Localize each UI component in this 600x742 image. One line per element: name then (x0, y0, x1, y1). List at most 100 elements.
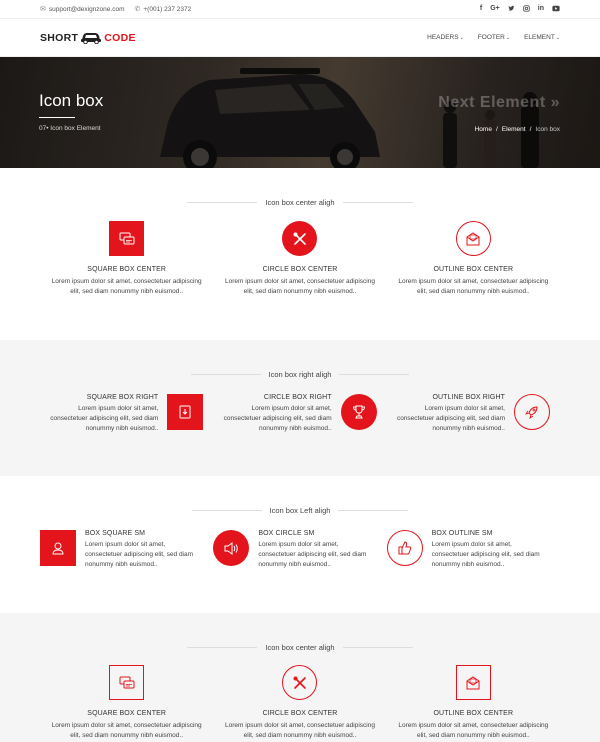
icon-box-content: BOX CIRCLE SM Lorem ipsum dolor sit amet… (258, 530, 376, 570)
square-outline-icon-box (455, 665, 491, 700)
icon-box-text: Lorem ipsum dolor sit amet, consectetuer… (50, 405, 159, 432)
icon-box: SQUARE BOX CENTER Lorem ipsum dolor sit … (40, 221, 213, 297)
icon-box-content: SQUARE BOX RIGHT Lorem ipsum dolor sit a… (40, 394, 158, 434)
icon-box-row: SQUARE BOX CENTER Lorem ipsum dolor sit … (0, 221, 600, 297)
icon-box-title: OUTLINE BOX RIGHT (432, 394, 505, 401)
icon-box-title: BOX CIRCLE SM (258, 530, 315, 537)
nav-label: FOOTER (477, 34, 505, 41)
contact-info: ✉ support@dexignzone.com ✆ +(001) 237 2372 (40, 5, 191, 13)
icon-box-text: Lorem ipsum dolor sit amet, consectetuer… (431, 541, 540, 568)
icon-box: BOX SQUARE SM Lorem ipsum dolor sit amet… (40, 530, 213, 570)
icon-box: SQUARE BOX RIGHT Lorem ipsum dolor sit a… (40, 394, 213, 434)
icon-box: CIRCLE BOX CENTER Lorem ipsum dolor sit … (213, 665, 386, 741)
outline-icon-box (513, 394, 550, 430)
social-links: f G+ in (480, 5, 560, 14)
outline-icon-box (386, 530, 423, 566)
nav-item-element[interactable]: ELEMENT⌄ (524, 34, 560, 41)
chevron-down-icon: ⌄ (459, 35, 464, 41)
page-subtitle: 07• Icon box Element (39, 125, 101, 132)
logo-text-short: SHORT (40, 31, 79, 44)
phone-icon: ✆ (134, 6, 141, 13)
chevron-down-icon: ⌄ (555, 35, 560, 41)
section-title-text: Icon box Left aligh (269, 506, 331, 515)
section-title-text: Icon box right aligh (268, 370, 332, 379)
icon-box-text: Lorem ipsum dolor sit amet, consectetuer… (51, 722, 202, 739)
section-title-text: Icon box center aligh (265, 198, 335, 207)
nav-label: HEADERS (427, 34, 459, 41)
title-divider (338, 510, 409, 511)
title-divider (187, 647, 258, 648)
page-banner: Icon box 07• Icon box Element Next Eleme… (0, 57, 600, 168)
google-plus-icon[interactable]: G+ (490, 5, 500, 14)
section-title: Icon box Left aligh (0, 506, 600, 515)
envelope-icon: ✉ (40, 6, 46, 13)
square-icon-box (40, 530, 76, 566)
section-right-align: Icon box right aligh SQUARE BOX RIGHT Lo… (0, 340, 600, 476)
twitter-icon[interactable] (508, 5, 515, 14)
title-divider (342, 647, 413, 648)
icon-box-text: Lorem ipsum dolor sit amet, consectetuer… (223, 405, 332, 432)
section-title: Icon box right aligh (0, 370, 600, 379)
nav-item-footer[interactable]: FOOTER⌄ (478, 34, 510, 41)
icon-box-text: Lorem ipsum dolor sit amet, consectetuer… (258, 541, 367, 568)
icon-box-title: OUTLINE BOX CENTER (433, 710, 514, 717)
breadcrumb-home[interactable]: Home (475, 126, 492, 133)
chat-icon (119, 232, 135, 244)
linkedin-icon[interactable]: in (538, 5, 544, 14)
icon-box-title: SQUARE BOX CENTER (87, 266, 167, 273)
chat-icon (119, 676, 135, 688)
icon-box-row: SQUARE BOX RIGHT Lorem ipsum dolor sit a… (0, 394, 600, 434)
tools-icon (293, 232, 306, 245)
phone-text: +(001) 237 2372 (143, 6, 192, 13)
icon-box-content: CIRCLE BOX RIGHT Lorem ipsum dolor sit a… (214, 394, 332, 434)
book-icon (179, 405, 191, 419)
icon-box-content: BOX SQUARE SM Lorem ipsum dolor sit amet… (85, 530, 203, 570)
icon-box-content: BOX OUTLINE SM Lorem ipsum dolor sit ame… (432, 530, 550, 570)
youtube-icon[interactable] (552, 5, 560, 14)
title-divider (190, 374, 261, 375)
chevron-down-icon: ⌄ (505, 35, 511, 41)
icon-box-text: Lorem ipsum dolor sit amet, consectetuer… (225, 278, 375, 295)
instagram-icon[interactable] (523, 4, 530, 14)
section-left-align: Icon box Left aligh BOX SQUARE SM Lorem … (0, 476, 600, 613)
email-contact[interactable]: ✉ support@dexignzone.com (40, 5, 125, 13)
banner-overlay (0, 57, 600, 168)
next-element-link[interactable]: Next Element » (438, 94, 560, 112)
icon-box-title: CIRCLE BOX RIGHT (263, 394, 332, 401)
nav-item-headers[interactable]: HEADERS⌄ (427, 34, 464, 41)
icon-box: OUTLINE BOX CENTER Lorem ipsum dolor sit… (387, 665, 560, 741)
main-header: SHORT CODE HEADERS⌄ FOOTER⌄ ELEMENT⌄ (0, 19, 600, 57)
icon-box-title: SQUARE BOX RIGHT (86, 394, 159, 401)
site-logo[interactable]: SHORT CODE (40, 31, 136, 44)
icon-box: BOX OUTLINE SM Lorem ipsum dolor sit ame… (386, 530, 560, 570)
email-text: support@dexignzone.com (48, 6, 125, 13)
circle-icon-box (213, 530, 250, 566)
icon-box-text: Lorem ipsum dolor sit amet, consectetuer… (398, 278, 549, 295)
breadcrumb-element[interactable]: Element (502, 126, 526, 133)
facebook-icon[interactable]: f (480, 5, 482, 14)
breadcrumb-separator: / (529, 126, 532, 133)
icon-box-text: Lorem ipsum dolor sit amet, consectetuer… (225, 722, 375, 739)
icon-box-title: BOX OUTLINE SM (431, 530, 493, 537)
icon-box-text: Lorem ipsum dolor sit amet, consectetuer… (396, 405, 505, 432)
breadcrumb-current: Icon box (535, 126, 560, 133)
icon-box-title: CIRCLE BOX CENTER (262, 266, 338, 273)
car-logo-icon (81, 33, 102, 44)
square-icon-box (167, 394, 204, 430)
circle-icon-box (340, 394, 377, 430)
title-divider (339, 374, 410, 375)
icon-box-row: BOX SQUARE SM Lorem ipsum dolor sit amet… (0, 530, 600, 570)
title-underline (39, 117, 75, 118)
user-icon (52, 542, 64, 554)
phone-contact[interactable]: ✆ +(001) 237 2372 (135, 5, 192, 13)
speaker-icon (224, 541, 238, 555)
breadcrumb: Home / Element / Icon box (475, 126, 560, 133)
icon-box-row: SQUARE BOX CENTER Lorem ipsum dolor sit … (0, 665, 600, 741)
square-outline-icon-box (109, 665, 145, 700)
logo-text-code: CODE (104, 31, 136, 44)
icon-box: CIRCLE BOX RIGHT Lorem ipsum dolor sit a… (213, 394, 386, 434)
circle-icon-box (282, 221, 318, 256)
section-center-align: Icon box center aligh SQUARE BOX CENTER … (0, 168, 600, 340)
main-nav: HEADERS⌄ FOOTER⌄ ELEMENT⌄ (427, 34, 560, 41)
thumbs-up-icon (398, 541, 411, 555)
